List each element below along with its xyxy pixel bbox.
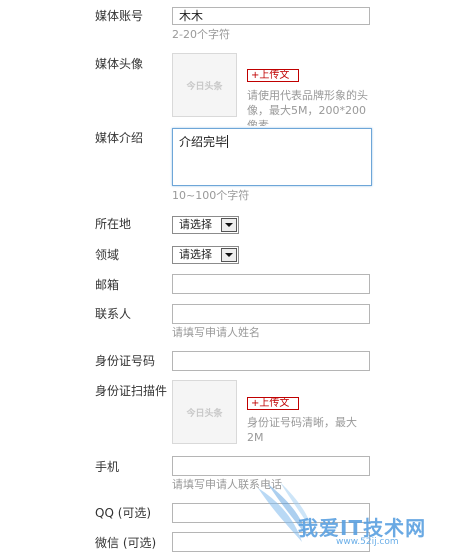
phone-hint: 请填写申请人联系电话 bbox=[172, 478, 282, 491]
avatar-label: 媒体头像 bbox=[95, 57, 144, 71]
wechat-label: 微信 (可选) bbox=[95, 536, 157, 550]
email-input[interactable] bbox=[172, 274, 370, 294]
account-label: 媒体账号 bbox=[95, 9, 144, 23]
avatar-upload-button[interactable]: +上传文 bbox=[247, 69, 299, 82]
id-number-label: 身份证号码 bbox=[95, 354, 156, 368]
intro-text: 介绍完毕 bbox=[179, 135, 228, 149]
domain-select[interactable]: 请选择 bbox=[172, 246, 239, 264]
location-select[interactable]: 请选择 bbox=[172, 216, 239, 234]
text-caret bbox=[227, 135, 229, 148]
email-label: 邮箱 bbox=[95, 278, 120, 292]
id-scan-placeholder-image: 今日头条 bbox=[172, 380, 237, 444]
qq-input[interactable] bbox=[172, 503, 370, 523]
contact-hint: 请填写申请人姓名 bbox=[172, 326, 260, 339]
qq-label: QQ (可选) bbox=[95, 506, 152, 520]
id-scan-upload-button[interactable]: +上传文 bbox=[247, 397, 299, 410]
intro-hint: 10~100个字符 bbox=[172, 189, 250, 202]
intro-textarea[interactable]: 介绍完毕 bbox=[172, 128, 372, 186]
location-label: 所在地 bbox=[95, 217, 132, 231]
id-number-input[interactable] bbox=[172, 351, 370, 371]
intro-label: 媒体介绍 bbox=[95, 131, 144, 145]
id-scan-label: 身份证扫描件 bbox=[95, 384, 168, 398]
account-input[interactable]: 木木 bbox=[172, 7, 370, 25]
id-scan-upload-desc: 身份证号码清晰，最大2M bbox=[247, 416, 357, 444]
wechat-input[interactable] bbox=[172, 532, 370, 552]
avatar-upload-desc: 请使用代表品牌形象的头像，最大5M，200*200像素 bbox=[247, 89, 368, 126]
contact-input[interactable] bbox=[172, 304, 370, 324]
contact-label: 联系人 bbox=[95, 307, 132, 321]
avatar-placeholder-image: 今日头条 bbox=[172, 53, 237, 117]
domain-select-value: 请选择 bbox=[179, 248, 212, 261]
phone-label: 手机 bbox=[95, 460, 120, 474]
phone-input[interactable] bbox=[172, 456, 370, 476]
chevron-down-icon[interactable] bbox=[221, 248, 237, 262]
location-select-value: 请选择 bbox=[179, 218, 212, 231]
chevron-down-icon[interactable] bbox=[221, 218, 237, 232]
media-registration-form: 媒体账号 木木 2-20个字符 媒体头像 今日头条 +上传文 请使用代表品牌形象… bbox=[0, 0, 468, 557]
account-hint: 2-20个字符 bbox=[172, 28, 230, 41]
domain-label: 领域 bbox=[95, 248, 120, 262]
